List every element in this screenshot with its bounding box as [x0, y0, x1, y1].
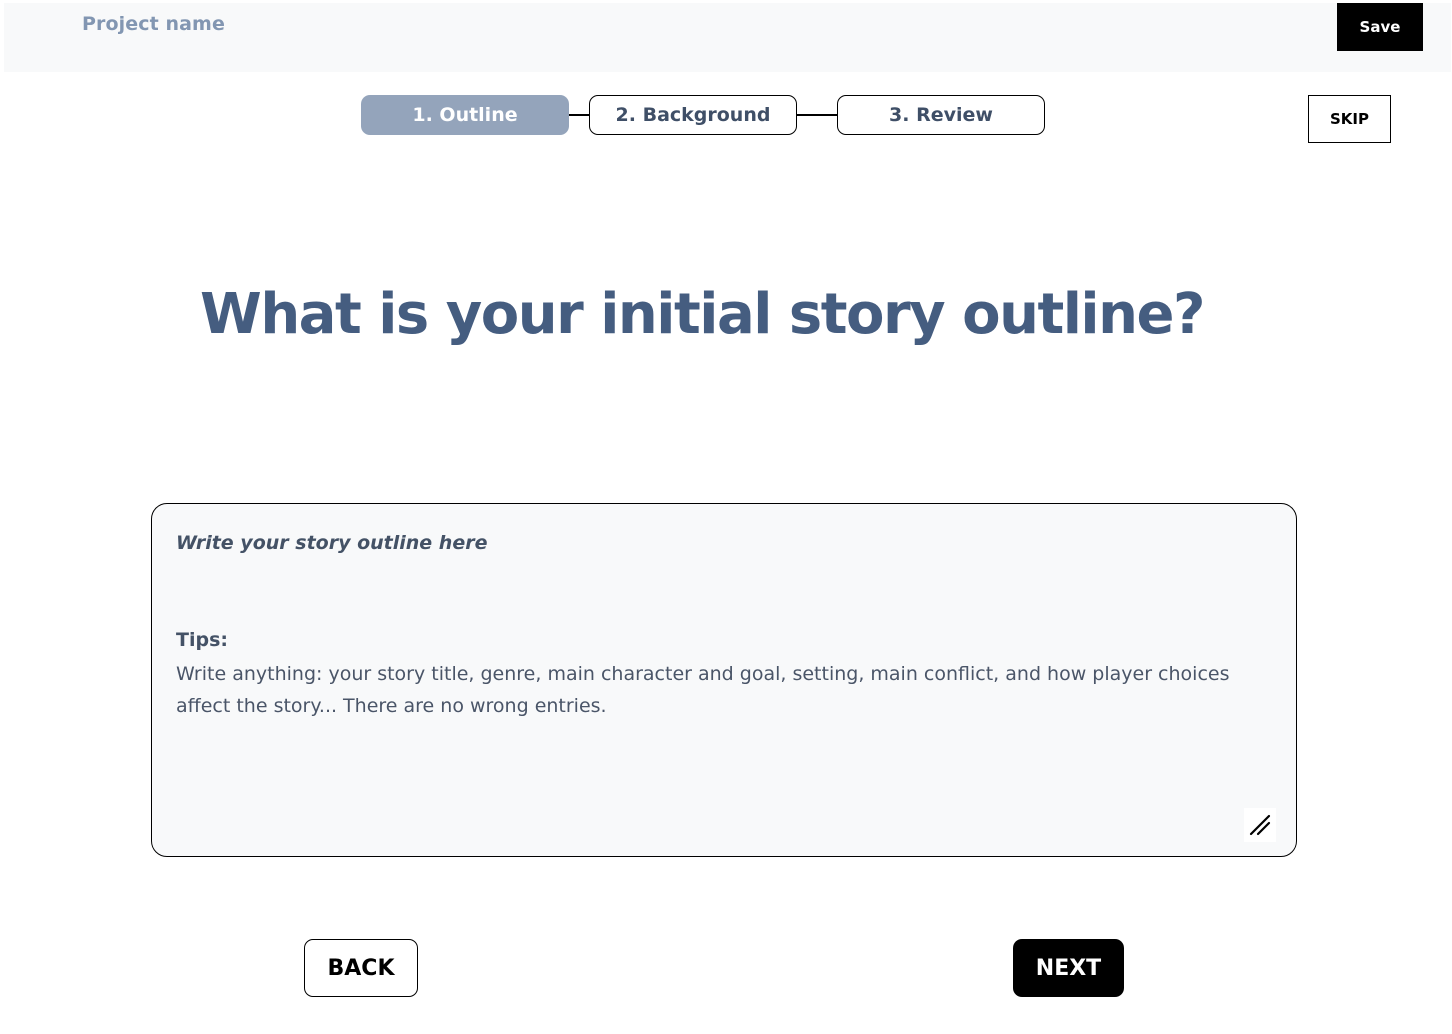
tips-label: Tips: [176, 629, 228, 651]
step-outline[interactable]: 1. Outline [361, 95, 569, 135]
next-button[interactable]: NEXT [1013, 939, 1124, 997]
top-bar: Project name Save [4, 3, 1451, 72]
save-button[interactable]: Save [1337, 3, 1423, 51]
page-title: What is your initial story outline? [200, 282, 1205, 347]
step-background[interactable]: 2. Background [589, 95, 797, 135]
step-connector [569, 114, 589, 116]
project-name[interactable]: Project name [82, 13, 225, 35]
progress-stepper: 1. Outline 2. Background 3. Review [361, 95, 1045, 135]
resize-handle-icon[interactable] [1244, 808, 1276, 842]
story-outline-textarea[interactable]: Write your story outline here Tips: Writ… [151, 503, 1297, 857]
step-review[interactable]: 3. Review [837, 95, 1045, 135]
step-connector [797, 114, 837, 116]
tips-text: Write anything: your story title, genre,… [176, 663, 1230, 717]
outline-placeholder: Write your story outline here [176, 532, 488, 554]
resize-handle-glyph [1249, 814, 1271, 836]
skip-button[interactable]: SKIP [1308, 95, 1391, 143]
back-button[interactable]: BACK [304, 939, 418, 997]
